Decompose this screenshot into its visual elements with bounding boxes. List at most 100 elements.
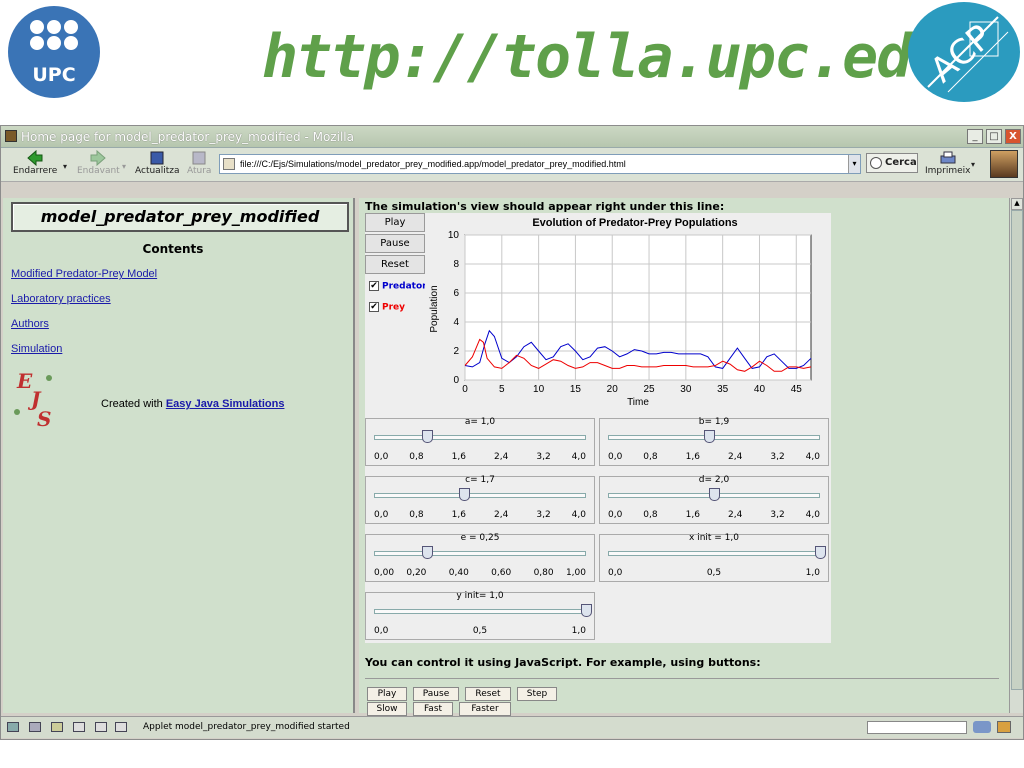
applet-play-button[interactable]: Play: [365, 213, 425, 232]
slider-tick-label: 1,6: [685, 510, 700, 520]
slider-tick-label: 1,6: [451, 452, 466, 462]
throbber-icon[interactable]: [990, 150, 1018, 178]
prey-checkbox[interactable]: ✔ Prey: [369, 302, 405, 313]
reload-button[interactable]: Actualitza: [135, 150, 179, 176]
contents-heading: Contents: [142, 242, 204, 256]
scroll-up-icon[interactable]: ▲: [1011, 198, 1023, 210]
slider-tick-label: 1,6: [451, 510, 466, 520]
link-model[interactable]: Modified Predator-Prey Model: [11, 268, 157, 280]
slider-label: x init = 1,0: [689, 533, 739, 543]
slider-tick-label: 0,80: [533, 568, 554, 578]
link-simulation[interactable]: Simulation: [11, 343, 62, 355]
slider-2[interactable]: c= 1,7 0,0 0,8 1,6 2,4 3,2 4,0: [365, 475, 595, 524]
x-tick-label: 25: [643, 384, 655, 395]
slider-tick-label: 0,8: [643, 510, 658, 520]
slider-5[interactable]: x init = 1,0 0,0 0,5 1,0: [599, 533, 829, 582]
x-tick-label: 5: [499, 384, 505, 395]
forward-button[interactable]: Endavant: [77, 150, 120, 176]
status-text: Applet model_predator_prey_modified star…: [143, 722, 350, 732]
reload-icon: [150, 151, 164, 165]
back-dropdown-icon[interactable]: ▾: [63, 162, 67, 171]
slider-thumb[interactable]: [459, 488, 471, 501]
slider-tick-label: 0,0: [608, 510, 623, 520]
stop-button[interactable]: Atura: [187, 150, 211, 176]
printer-icon: [940, 151, 956, 164]
js-reset-button[interactable]: Reset: [465, 687, 511, 701]
x-tick-label: 0: [462, 384, 468, 395]
banner-url-text: http://tolla.upc.edu: [262, 22, 946, 92]
slider-tick-label: 4,0: [571, 510, 586, 520]
slider-label: e = 0,25: [460, 533, 500, 543]
js-step-button[interactable]: Step: [517, 687, 557, 701]
y-tick-label: 8: [453, 259, 459, 270]
y-tick-label: 10: [448, 230, 460, 241]
divider: [365, 678, 999, 679]
slider-thumb[interactable]: [422, 430, 433, 443]
x-tick-label: 15: [570, 384, 582, 395]
close-button[interactable]: X: [1005, 129, 1021, 144]
slider-tick-label: 0,0: [374, 626, 389, 636]
link-laboratory[interactable]: Laboratory practices: [11, 293, 111, 305]
js-play-button[interactable]: Play: [367, 687, 407, 701]
search-button[interactable]: Cerca: [866, 153, 918, 173]
predator-checkbox[interactable]: ✔ Predator: [369, 281, 427, 292]
slider-track[interactable]: [374, 493, 586, 498]
x-tick-label: 30: [680, 384, 692, 395]
acp-logo: ACP: [908, 2, 1020, 102]
mail-icon: [29, 722, 41, 732]
slider-1[interactable]: b= 1,9 0,0 0,8 1,6 2,4 3,2 4,0: [599, 417, 829, 466]
js-fast-button[interactable]: Fast: [413, 702, 453, 716]
js-faster-button[interactable]: Faster: [459, 702, 511, 716]
slider-tick-label: 1,0: [805, 568, 820, 578]
slider-track[interactable]: [374, 435, 586, 440]
slider-track[interactable]: [374, 551, 586, 556]
slider-thumb[interactable]: [581, 604, 592, 617]
js-pause-button[interactable]: Pause: [413, 687, 459, 701]
slider-0[interactable]: a= 1,0 0,0 0,8 1,6 2,4 3,2 4,0: [365, 417, 595, 466]
browser-window: Home page for model_predator_prey_modifi…: [0, 125, 1024, 740]
content-frame: The simulation's view should appear righ…: [359, 198, 1009, 716]
stop-label: Atura: [187, 166, 212, 176]
print-dropdown-icon[interactable]: ▾: [971, 160, 975, 169]
ejs-link[interactable]: Easy Java Simulations: [166, 398, 285, 410]
slider-3[interactable]: d= 2,0 0,0 0,8 1,6 2,4 3,2 4,0: [599, 475, 829, 524]
slider-tick-label: 0,5: [706, 568, 722, 578]
scroll-thumb[interactable]: [1011, 210, 1023, 690]
back-button[interactable]: Endarrere: [13, 150, 57, 176]
applet-pause-button[interactable]: Pause: [365, 234, 425, 253]
slider-track[interactable]: [374, 609, 586, 614]
print-label: Imprimeix: [925, 166, 971, 176]
x-tick-label: 40: [754, 384, 766, 395]
url-input[interactable]: file:///C:/Ejs/Simulations/model_predato…: [219, 154, 861, 174]
minimize-button[interactable]: _: [967, 129, 983, 144]
addressbook-icon: [73, 722, 85, 732]
search-label: Cerca: [885, 157, 917, 168]
forward-dropdown-icon[interactable]: ▾: [122, 162, 126, 171]
slider-track[interactable]: [608, 551, 820, 556]
slider-thumb[interactable]: [703, 430, 715, 443]
slider-thumb[interactable]: [815, 546, 826, 559]
url-dropdown-icon[interactable]: ▾: [848, 155, 860, 173]
print-button[interactable]: Imprimeix: [925, 150, 970, 176]
slider-tick-label: 1,00: [565, 568, 586, 578]
slider-thumb[interactable]: [709, 488, 720, 501]
y-tick-label: 2: [453, 346, 459, 357]
forward-arrow-icon: [90, 150, 107, 166]
y-tick-label: 0: [453, 375, 459, 386]
js-slow-button[interactable]: Slow: [367, 702, 407, 716]
slider-tick-label: 3,2: [770, 452, 785, 462]
link-authors[interactable]: Authors: [11, 318, 49, 330]
svg-text:S: S: [37, 407, 51, 430]
slider-tick-label: 0,8: [643, 452, 658, 462]
javascript-text: You can control it using JavaScript. For…: [365, 656, 761, 669]
maximize-button[interactable]: □: [986, 129, 1002, 144]
y-axis-label: Population: [429, 285, 440, 332]
x-tick-label: 10: [533, 384, 545, 395]
slider-thumb[interactable]: [422, 546, 433, 559]
slider-tick-label: 0,0: [608, 452, 623, 462]
title-bar[interactable]: Home page for model_predator_prey_modifi…: [1, 126, 1023, 148]
applet-reset-button[interactable]: Reset: [365, 255, 425, 274]
slider-4[interactable]: e = 0,25 0,00 0,20 0,40 0,60 0,80 1,00: [365, 533, 595, 582]
slider-6[interactable]: y init= 1,0 0,0 0,5 1,0: [365, 591, 595, 640]
vertical-scrollbar[interactable]: ▲: [1009, 198, 1023, 713]
